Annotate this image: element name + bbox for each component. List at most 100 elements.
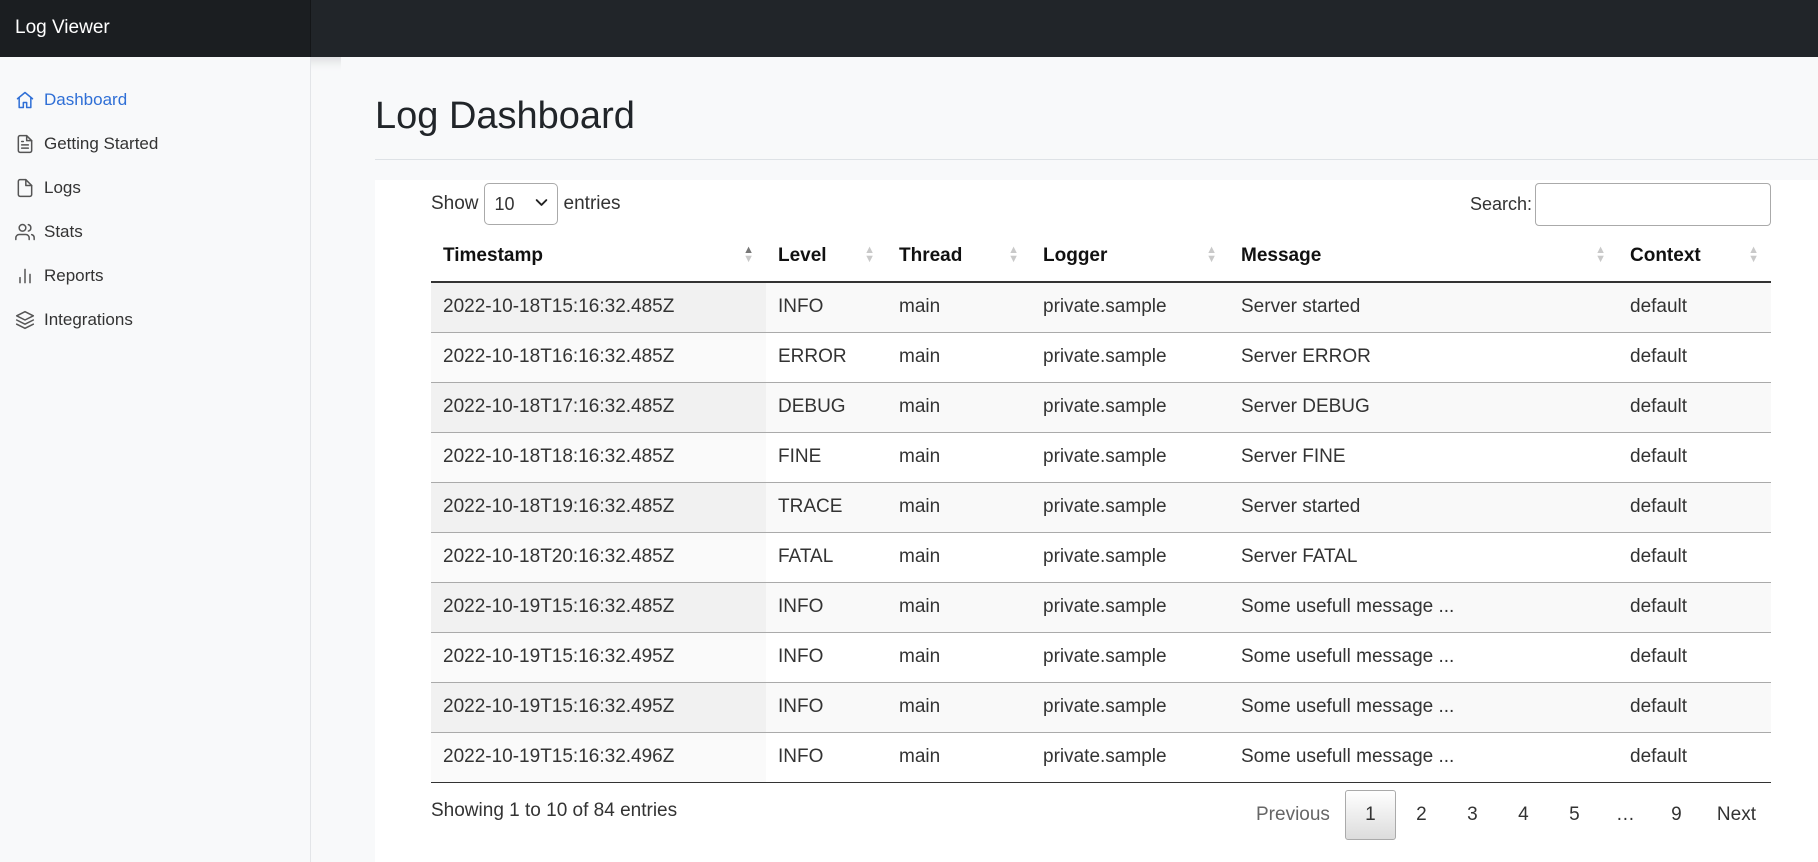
table-info: Showing 1 to 10 of 84 entries — [431, 800, 678, 821]
cell-level: FINE — [766, 432, 887, 483]
sidebar-item-getting-started[interactable]: Getting Started — [0, 122, 310, 166]
cell-context: default — [1618, 482, 1771, 533]
page-button-3[interactable]: 3 — [1447, 790, 1498, 840]
sort-icon: ▲ ▼ — [1206, 244, 1217, 265]
cell-logger: private.sample — [1031, 482, 1229, 533]
sort-ascending-icon: ▲ ▼ — [743, 244, 754, 265]
cell-thread: main — [887, 682, 1031, 733]
sidebar-item-label: Integrations — [44, 310, 133, 329]
cell-context: default — [1618, 582, 1771, 633]
sidebar-item-dashboard[interactable]: Dashboard — [0, 78, 310, 122]
table-row[interactable]: 2022-10-19T15:16:32.495Z INFO main priva… — [431, 632, 1771, 683]
sidebar-item-stats[interactable]: Stats — [0, 210, 310, 254]
sidebar: Dashboard Getting Started Logs Stats Rep… — [0, 57, 311, 862]
table-row[interactable]: 2022-10-18T18:16:32.485Z FINE main priva… — [431, 432, 1771, 483]
file-icon — [15, 178, 35, 198]
cell-thread: main — [887, 382, 1031, 433]
sidebar-item-reports[interactable]: Reports — [0, 254, 310, 298]
table-row[interactable]: 2022-10-18T20:16:32.485Z FATAL main priv… — [431, 532, 1771, 583]
page-button-9[interactable]: 9 — [1651, 790, 1702, 840]
page-button-5[interactable]: 5 — [1549, 790, 1600, 840]
page-button-2[interactable]: 2 — [1396, 790, 1447, 840]
cell-level: INFO — [766, 632, 887, 683]
column-header-message[interactable]: Message ▲ ▼ — [1229, 230, 1618, 283]
log-table: Timestamp ▲ ▼ Level ▲ ▼ Thread ▲ ▼ Logger ▲ ▼ Me… — [431, 230, 1771, 783]
cell-message: Server started — [1229, 482, 1618, 533]
cell-message: Some usefull message ... — [1229, 682, 1618, 733]
table-row[interactable]: 2022-10-19T15:16:32.495Z INFO main priva… — [431, 682, 1771, 733]
column-header-timestamp[interactable]: Timestamp ▲ ▼ — [431, 230, 766, 283]
cell-message: Server FATAL — [1229, 532, 1618, 583]
column-header-logger[interactable]: Logger ▲ ▼ — [1031, 230, 1229, 283]
column-header-level[interactable]: Level ▲ ▼ — [766, 230, 887, 283]
cell-logger: private.sample — [1031, 682, 1229, 733]
cell-timestamp: 2022-10-19T15:16:32.495Z — [431, 632, 766, 683]
page-size-select[interactable]: 10 — [483, 183, 558, 225]
next-page-button[interactable]: Next — [1702, 790, 1771, 840]
table-search: Search: — [1470, 183, 1771, 226]
table-header-row: Timestamp ▲ ▼ Level ▲ ▼ Thread ▲ ▼ Logger ▲ ▼ Me… — [431, 230, 1771, 283]
cell-context: default — [1618, 532, 1771, 583]
cell-context: default — [1618, 682, 1771, 733]
cell-level: INFO — [766, 732, 887, 783]
search-input[interactable] — [1535, 183, 1771, 226]
top-navbar: Log Viewer — [0, 0, 1818, 57]
cell-timestamp: 2022-10-18T17:16:32.485Z — [431, 382, 766, 433]
sort-icon: ▲ ▼ — [1008, 244, 1019, 265]
show-label: Show — [431, 193, 479, 214]
cell-thread: main — [887, 582, 1031, 633]
cell-timestamp: 2022-10-18T18:16:32.485Z — [431, 432, 766, 483]
page-button-4[interactable]: 4 — [1498, 790, 1549, 840]
cell-logger: private.sample — [1031, 282, 1229, 333]
cell-thread: main — [887, 482, 1031, 533]
sidebar-item-label: Logs — [44, 178, 81, 197]
page-size-value: 10 — [494, 193, 515, 214]
table-row[interactable]: 2022-10-18T19:16:32.485Z TRACE main priv… — [431, 482, 1771, 533]
sidebar-item-integrations[interactable]: Integrations — [0, 298, 310, 342]
sidebar-item-logs[interactable]: Logs — [0, 166, 310, 210]
cell-message: Some usefull message ... — [1229, 732, 1618, 783]
cell-context: default — [1618, 432, 1771, 483]
search-label: Search: — [1469, 194, 1532, 214]
column-header-thread[interactable]: Thread ▲ ▼ — [887, 230, 1031, 283]
table-row[interactable]: 2022-10-18T16:16:32.485Z ERROR main priv… — [431, 332, 1771, 383]
cell-thread: main — [887, 332, 1031, 383]
cell-timestamp: 2022-10-19T15:16:32.495Z — [431, 682, 766, 733]
cell-level: FATAL — [766, 532, 887, 583]
home-icon — [15, 90, 35, 110]
cell-logger: private.sample — [1031, 732, 1229, 783]
cell-message: Server started — [1229, 282, 1618, 333]
cell-timestamp: 2022-10-18T19:16:32.485Z — [431, 482, 766, 533]
cell-message: Server FINE — [1229, 432, 1618, 483]
pagination: Previous 1 2 3 4 5 … 9 Next — [1241, 790, 1771, 840]
file-text-icon — [15, 134, 35, 154]
cell-context: default — [1618, 632, 1771, 683]
cell-logger: private.sample — [1031, 532, 1229, 583]
page-length-control: Show 10 entries — [431, 183, 621, 225]
cell-context: default — [1618, 332, 1771, 383]
cell-message: Server DEBUG — [1229, 382, 1618, 433]
layers-icon — [15, 310, 35, 330]
cell-message: Some usefull message ... — [1229, 632, 1618, 683]
page-button-1[interactable]: 1 — [1344, 790, 1396, 840]
bar-chart-icon — [15, 266, 35, 286]
cell-context: default — [1618, 282, 1771, 333]
brand-title[interactable]: Log Viewer — [0, 0, 311, 57]
cell-timestamp: 2022-10-18T15:16:32.485Z — [431, 282, 766, 333]
column-header-context[interactable]: Context ▲ ▼ — [1618, 230, 1771, 283]
table-row[interactable]: 2022-10-18T15:16:32.485Z INFO main priva… — [431, 282, 1771, 333]
table-row[interactable]: 2022-10-19T15:16:32.485Z INFO main priva… — [431, 582, 1771, 633]
cell-level: INFO — [766, 582, 887, 633]
sort-icon: ▲ ▼ — [864, 244, 875, 265]
table-row[interactable]: 2022-10-19T15:16:32.496Z INFO main priva… — [431, 732, 1771, 783]
cell-logger: private.sample — [1031, 582, 1229, 633]
page-ellipsis: … — [1615, 804, 1635, 825]
sort-icon: ▲ ▼ — [1748, 244, 1759, 265]
main-content: Log Dashboard Show 10 entries Search: Ti… — [341, 57, 1818, 862]
previous-page-button[interactable]: Previous — [1241, 790, 1345, 840]
cell-thread: main — [887, 432, 1031, 483]
cell-level: INFO — [766, 682, 887, 733]
table-row[interactable]: 2022-10-18T17:16:32.485Z DEBUG main priv… — [431, 382, 1771, 433]
cell-level: ERROR — [766, 332, 887, 383]
cell-timestamp: 2022-10-19T15:16:32.485Z — [431, 582, 766, 633]
